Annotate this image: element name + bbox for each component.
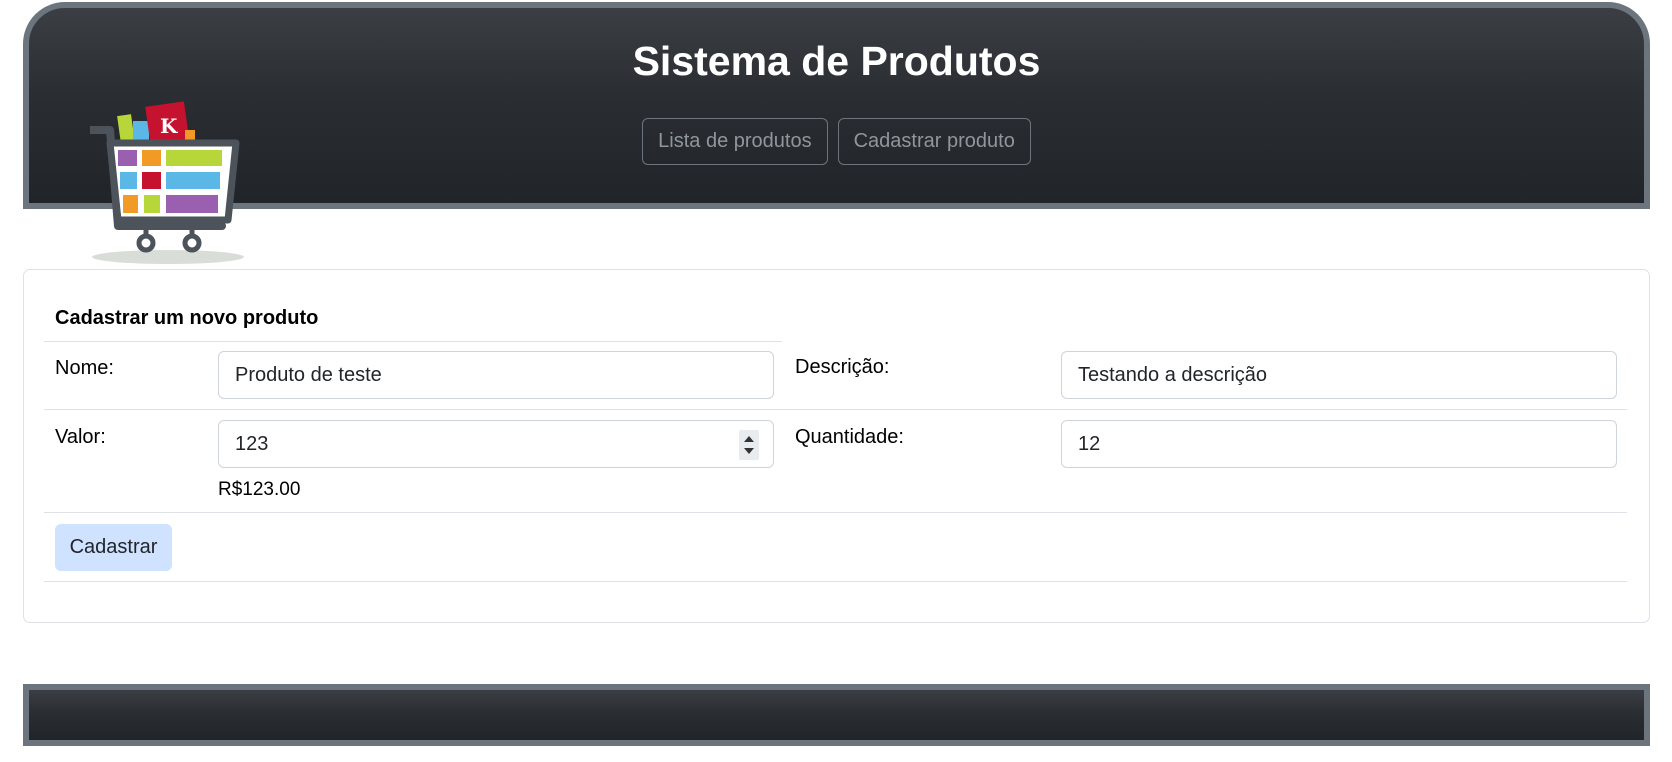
nome-label: Nome: <box>55 357 114 379</box>
valor-formatted: R$123.00 <box>218 479 301 500</box>
descricao-label: Descrição: <box>795 356 890 378</box>
spinner-down-icon[interactable] <box>744 448 754 454</box>
nav-lista-produtos-button[interactable]: Lista de produtos <box>642 118 828 165</box>
divider <box>44 341 782 342</box>
quantidade-label: Quantidade: <box>795 426 904 448</box>
page-header: Sistema de Produtos Lista de produtos Ca… <box>23 2 1650 209</box>
form-title: Cadastrar um novo produto <box>55 307 319 329</box>
main-nav: Lista de produtos Cadastrar produto <box>29 118 1644 165</box>
nome-input[interactable]: Produto de teste <box>218 351 774 399</box>
logo-badge: K <box>160 114 178 138</box>
number-spinner[interactable] <box>739 430 759 460</box>
cadastrar-button[interactable]: Cadastrar <box>55 524 172 571</box>
quantidade-input[interactable]: 12 <box>1061 420 1617 468</box>
valor-label: Valor: <box>55 426 106 448</box>
valor-input[interactable]: 123 <box>218 420 774 468</box>
spinner-up-icon[interactable] <box>744 436 754 442</box>
shopping-cart-icon: K <box>86 100 260 270</box>
nav-cadastrar-produto-button[interactable]: Cadastrar produto <box>837 118 1031 165</box>
divider <box>44 512 1627 513</box>
descricao-input[interactable]: Testando a descrição <box>1061 351 1617 399</box>
product-form-card: Cadastrar um novo produto Nome: Produto … <box>23 269 1650 623</box>
page-title: Sistema de Produtos <box>632 38 1041 84</box>
valor-input-value: 123 <box>235 433 269 455</box>
divider <box>44 581 1627 582</box>
divider <box>44 409 1627 410</box>
page-footer <box>23 684 1650 746</box>
